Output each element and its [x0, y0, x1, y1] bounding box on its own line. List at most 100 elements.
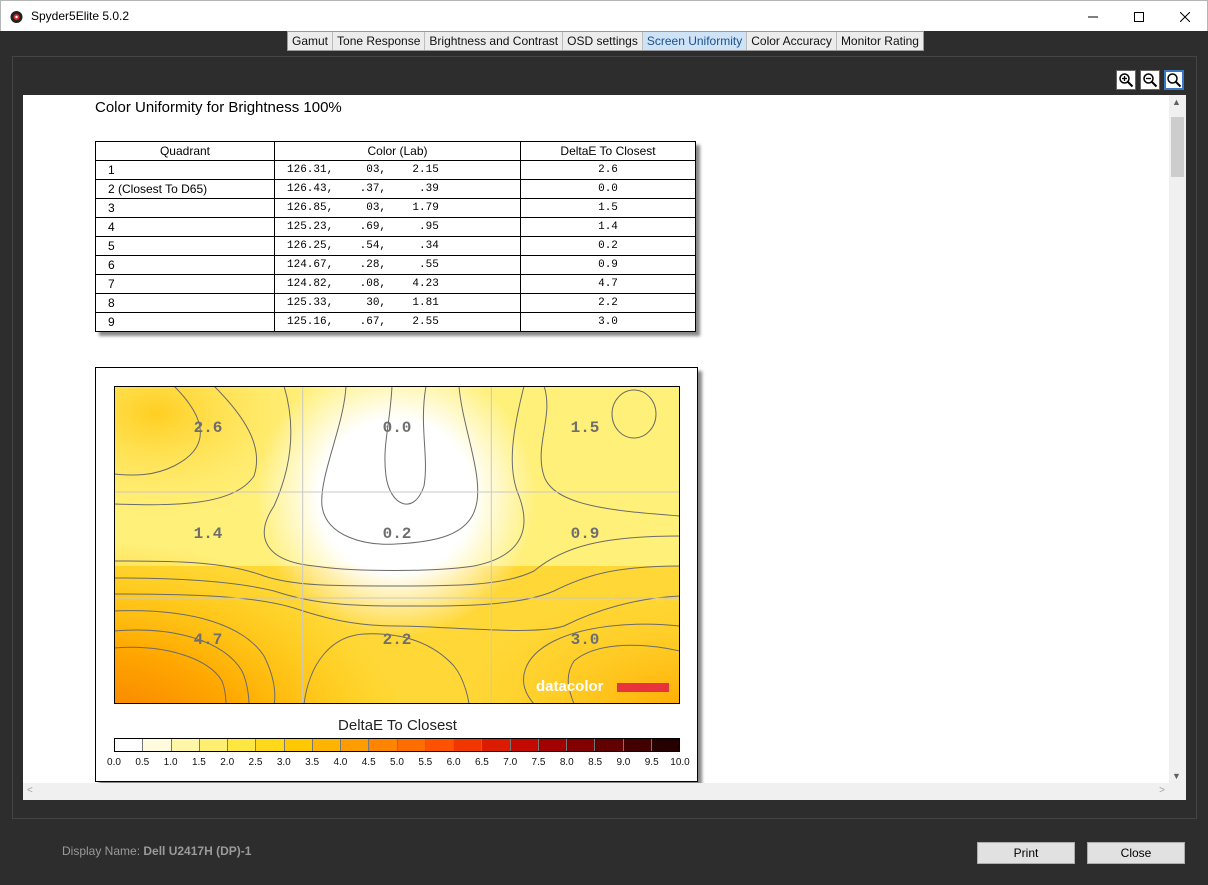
tab-color-accuracy[interactable]: Color Accuracy: [747, 32, 837, 50]
lab-cell: 124.82, .08, 4.23: [274, 274, 521, 294]
color-scale-swatch: [482, 739, 511, 751]
color-scale-swatch: [425, 739, 454, 751]
display-name: Display Name: Dell U2417H (DP)-1: [62, 844, 251, 858]
deltae-cell: 0.0: [520, 179, 696, 199]
table-row: 4 125.23, .69, .95 1.4: [95, 217, 696, 237]
color-scale-swatch: [567, 739, 596, 751]
color-scale-swatch: [510, 739, 539, 751]
color-scale-swatch: [312, 739, 341, 751]
vertical-scroll-thumb[interactable]: [1171, 117, 1184, 177]
cell-label-2: 0.0: [383, 419, 412, 437]
deltae-cell: 1.5: [520, 198, 696, 218]
scale-tick-label: 2.0: [220, 757, 235, 768]
color-scale-swatch: [538, 739, 567, 751]
lab-cell: 126.25, .54, .34: [274, 236, 521, 256]
header-quadrant: Quadrant: [95, 141, 275, 161]
cell-label-3: 1.5: [571, 419, 600, 437]
scroll-down-icon[interactable]: ▼: [1172, 771, 1181, 781]
zoom-in-button[interactable]: [1116, 70, 1136, 90]
title-bar: Spyder5Elite 5.0.2: [0, 0, 1208, 31]
minimize-button[interactable]: [1070, 1, 1116, 32]
horizontal-scrollbar[interactable]: < >: [23, 783, 1169, 800]
color-scale-swatch: [397, 739, 426, 751]
cell-label-5: 0.2: [383, 525, 412, 543]
tab-gamut[interactable]: Gamut: [288, 32, 334, 50]
svg-text:datacolor: datacolor: [536, 678, 604, 695]
vertical-scrollbar[interactable]: ▲ ▼: [1169, 95, 1186, 783]
scale-tick-label: 7.0: [503, 757, 518, 768]
deltae-cell: 1.4: [520, 217, 696, 237]
zoom-out-icon: [1143, 73, 1158, 88]
scale-tick-label: 7.5: [531, 757, 546, 768]
window-title: Spyder5Elite 5.0.2: [31, 9, 130, 23]
report-tabs: Gamut Tone Response Brightness and Contr…: [287, 31, 924, 51]
cell-label-9: 3.0: [571, 631, 600, 649]
zoom-out-button[interactable]: [1140, 70, 1160, 90]
close-icon: [1180, 11, 1190, 22]
scroll-up-icon[interactable]: ▲: [1172, 97, 1181, 107]
scale-tick-label: 10.0: [670, 757, 690, 768]
lab-cell: 125.23, .69, .95: [274, 217, 521, 237]
display-name-value: Dell U2417H (DP)-1: [143, 844, 252, 858]
zoom-fit-icon: [1167, 73, 1182, 88]
color-scale-swatch: [256, 739, 285, 751]
color-scale-swatch: [171, 739, 200, 751]
tab-osd-settings[interactable]: OSD settings: [563, 32, 643, 50]
table-row: 1 126.31, 03, 2.15 2.6: [95, 160, 696, 180]
color-scale-swatch: [454, 739, 483, 751]
legend-title: DeltaE To Closest: [338, 717, 457, 734]
color-scale-swatch: [199, 739, 228, 751]
cell-label-6: 0.9: [571, 525, 600, 543]
scale-tick-label: 5.5: [418, 757, 433, 768]
cell-label-4: 1.4: [194, 525, 223, 543]
scale-tick-label: 8.0: [559, 757, 574, 768]
scale-tick-label: 4.0: [333, 757, 348, 768]
quadrant-cell: 4: [95, 217, 275, 237]
color-scale-swatch: [341, 739, 370, 751]
deltae-cell: 2.2: [520, 293, 696, 313]
scale-tick-label: 9.0: [616, 757, 631, 768]
close-window-button[interactable]: [1162, 1, 1208, 32]
color-scale-swatch: [651, 739, 679, 751]
minimize-icon: [1088, 16, 1098, 17]
quadrant-cell: 8: [95, 293, 275, 313]
quadrant-cell: 1: [95, 160, 275, 180]
uniformity-heatmap: 2.6 0.0 1.5 1.4 0.2 0.9 4.7 2.2 3.0 data…: [114, 386, 680, 704]
cell-label-1: 2.6: [194, 419, 223, 437]
quadrant-cell: 2 (Closest To D65): [95, 179, 275, 199]
close-button[interactable]: Close: [1087, 842, 1185, 864]
lab-cell: 125.33, 30, 1.81: [274, 293, 521, 313]
color-scale-swatch: [595, 739, 624, 751]
table-row: 5 126.25, .54, .34 0.2: [95, 236, 696, 256]
color-scale-swatch: [369, 739, 398, 751]
scale-tick-label: 0.5: [135, 757, 150, 768]
scroll-corner: [1169, 783, 1186, 800]
tab-screen-uniformity[interactable]: Screen Uniformity: [642, 32, 748, 50]
tab-tone-response[interactable]: Tone Response: [333, 32, 426, 50]
scale-tick-label: 0.0: [107, 757, 121, 768]
header-color-lab: Color (Lab): [274, 141, 521, 161]
zoom-fit-button[interactable]: [1164, 70, 1184, 90]
print-button[interactable]: Print: [977, 842, 1075, 864]
spyder-app-icon: [10, 11, 23, 23]
scroll-right-icon[interactable]: >: [1159, 785, 1165, 796]
zoom-in-icon: [1119, 73, 1134, 88]
scale-tick-label: 3.5: [305, 757, 320, 768]
tab-monitor-rating[interactable]: Monitor Rating: [837, 32, 923, 50]
scale-tick-label: 2.5: [248, 757, 263, 768]
scale-tick-label: 1.0: [163, 757, 178, 768]
scale-tick-label: 6.0: [446, 757, 461, 768]
header-deltae: DeltaE To Closest: [520, 141, 696, 161]
quadrant-cell: 7: [95, 274, 275, 294]
quadrant-cell: 6: [95, 255, 275, 275]
color-scale-swatch: [143, 739, 172, 751]
color-scale: [114, 738, 680, 752]
table-row: 8 125.33, 30, 1.81 2.2: [95, 293, 696, 313]
table-header-row: Quadrant Color (Lab) DeltaE To Closest: [95, 141, 696, 161]
scale-tick-label: 8.5: [588, 757, 603, 768]
table-row: 7 124.82, .08, 4.23 4.7: [95, 274, 696, 294]
uniformity-chart: 2.6 0.0 1.5 1.4 0.2 0.9 4.7 2.2 3.0 data…: [95, 367, 698, 782]
tab-brightness-contrast[interactable]: Brightness and Contrast: [425, 32, 564, 50]
scroll-left-icon[interactable]: <: [27, 785, 33, 796]
maximize-button[interactable]: [1116, 1, 1162, 32]
